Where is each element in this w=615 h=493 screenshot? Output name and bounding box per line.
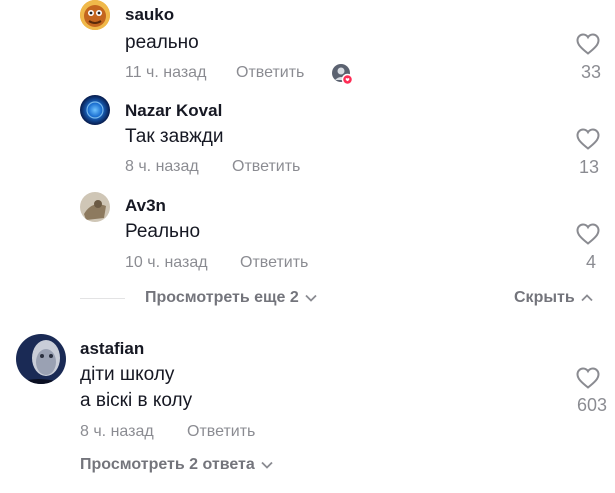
comment-text-line-2: а віскі в колу (80, 390, 193, 411)
creator-liked-icon (331, 63, 354, 86)
reply-item: sauko реально 11 ч. назад Ответить 33 (0, 0, 615, 95)
like-count: 4 (585, 252, 596, 272)
heart-icon[interactable] (576, 223, 600, 250)
timestamp: 11 ч. назад (125, 64, 207, 81)
reply-button[interactable]: Ответить (236, 64, 304, 82)
reply-button[interactable]: Ответить (232, 158, 300, 176)
username[interactable]: sauko (125, 5, 174, 25)
like-count: 13 (578, 157, 599, 177)
like-count: 603 (576, 395, 607, 415)
username[interactable]: Av3n (125, 196, 166, 216)
chevron-down-icon (261, 461, 273, 469)
comment-text: реально (125, 32, 199, 53)
view-more-label: Просмотреть еще 2 (145, 289, 299, 306)
timestamp: 8 ч. назад (80, 423, 154, 440)
view-replies-button[interactable]: Просмотреть 2 ответа (80, 456, 273, 474)
comment-item: astafian діти школу а віскі в колу 8 ч. … (0, 332, 615, 493)
reply-button[interactable]: Ответить (240, 254, 308, 272)
avatar[interactable] (16, 334, 66, 384)
timestamp: 10 ч. назад (125, 254, 208, 271)
view-more-replies-button[interactable]: Просмотреть еще 2 (145, 289, 317, 307)
comment-text-line-1: діти школу (80, 364, 175, 385)
comment-text: Так завжди (125, 126, 224, 147)
hide-label: Скрыть (514, 289, 575, 306)
timestamp: 8 ч. назад (125, 158, 199, 175)
heart-icon[interactable] (576, 33, 600, 60)
chevron-up-icon (581, 293, 593, 301)
username[interactable]: Nazar Koval (125, 101, 222, 121)
chevron-down-icon (305, 294, 317, 302)
avatar[interactable] (80, 0, 110, 30)
reply-item: Av3n Реально 10 ч. назад Ответить 4 (0, 190, 615, 285)
avatar[interactable] (80, 192, 110, 222)
reply-button[interactable]: Ответить (187, 423, 255, 441)
heart-icon[interactable] (576, 128, 600, 155)
like-count: 33 (580, 62, 601, 82)
view-replies-label: Просмотреть 2 ответа (80, 456, 255, 473)
username[interactable]: astafian (80, 339, 144, 359)
hide-replies-button[interactable]: Скрыть (514, 289, 593, 307)
reply-item: Nazar Koval Так завжди 8 ч. назад Ответи… (0, 95, 615, 190)
comment-text: Реально (125, 221, 201, 242)
avatar[interactable] (80, 95, 110, 125)
heart-icon[interactable] (576, 367, 600, 394)
divider (80, 298, 125, 299)
